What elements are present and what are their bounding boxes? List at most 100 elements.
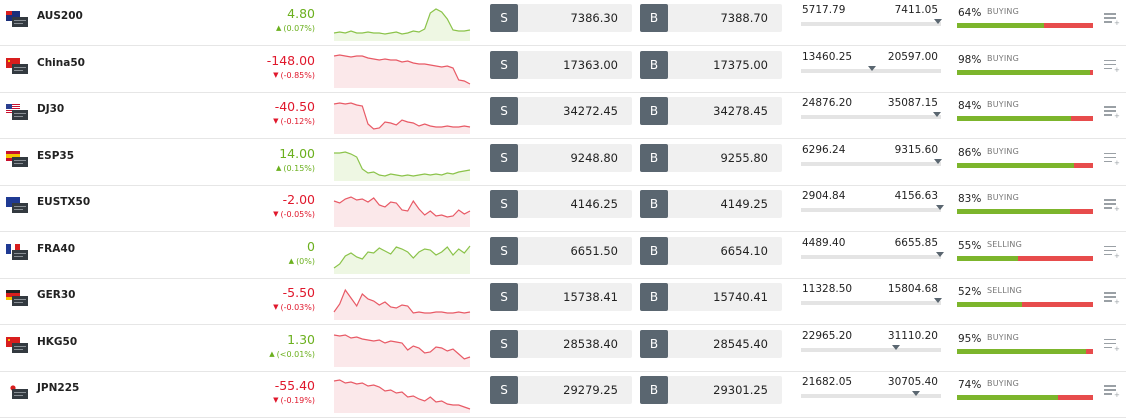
instrument-symbol[interactable]: DJ30 [37,103,64,115]
daily-change: 4.80 ▲ (0.07%) [276,6,315,34]
sentiment-bar [957,23,1093,28]
daily-change: -148.00 ▼ (-0.85%) [267,53,315,81]
range-high: 30705.40 [887,376,938,388]
sell-button[interactable]: S 4146.25 [490,190,632,218]
buy-price: 29301.25 [713,383,768,397]
range-track [801,161,941,166]
change-value: -55.40 [274,378,315,393]
buy-button[interactable]: B 34278.45 [640,97,782,125]
buy-button[interactable]: B 17375.00 [640,50,782,79]
range-low: 13460.25 [802,50,853,63]
sentiment-label: BUYING [987,7,1019,16]
market-row[interactable]: HKG50 1.30 ▲ (<0.01%) S 28538.40 B 28545.40 2296… [0,326,1126,372]
range-widget: 2904.84 4156.63 [801,190,944,220]
range-track [801,394,941,398]
sentiment-widget: 74% BUYING [957,377,1093,407]
sentiment-widget: 95% BUYING [957,331,1093,361]
market-row[interactable]: GER30 -5.50 ▼ (-0.03%) S 15738.41 B 15740.41 113… [0,279,1126,325]
buy-price: 15740.41 [713,290,768,304]
sentiment-bar-buying [957,395,1058,400]
sell-button[interactable]: S 9248.80 [490,143,632,172]
market-row[interactable]: EUSTX50 -2.00 ▼ (-0.05%) S 4146.25 B 4149.25 290… [0,186,1126,232]
add-to-list-icon[interactable]: + [1104,13,1120,27]
buy-button[interactable]: B 6654.10 [640,236,782,265]
instrument-symbol[interactable]: GER30 [37,289,76,301]
instrument-symbol[interactable]: EUSTX50 [37,196,90,208]
sentiment-bar-buying [957,162,1074,168]
range-low: 21682.05 [802,376,853,388]
instrument-symbol[interactable]: ESP35 [37,150,74,162]
change-percent: (<0.01%) [276,349,315,359]
daily-change: -2.00 ▼ (-0.05%) [273,192,315,220]
sell-price: 29279.25 [563,383,618,397]
range-high: 20597.00 [887,50,938,63]
buy-button[interactable]: B 7388.70 [640,4,782,32]
sell-button[interactable]: S 28538.40 [490,329,632,358]
sentiment-percent: 74% [958,379,982,391]
range-widget: 6296.24 9315.60 [801,144,943,174]
sell-tag: S [490,50,518,79]
change-value: -148.00 [266,52,315,68]
sell-button[interactable]: S 15738.41 [490,283,632,311]
sell-button[interactable]: S 6651.50 [490,236,632,265]
range-high: 15804.68 [887,283,938,295]
buy-tag: B [640,4,668,32]
instrument-symbol[interactable]: AUS200 [37,10,83,22]
change-percent-row: ▼ (-0.85%) [267,70,315,81]
flag-icon [6,57,28,74]
add-to-list-icon[interactable]: + [1104,385,1120,399]
arrow-down-icon: ▼ [273,303,279,311]
add-to-list-icon[interactable]: + [1104,152,1120,166]
market-row[interactable]: FRA40 0 ▲ (0%) S 6651.50 B 6654.10 4489.40 6655.8… [0,233,1126,279]
instrument-symbol[interactable]: China50 [37,57,85,69]
range-low: 22965.20 [802,329,853,342]
sell-button[interactable]: S 17363.00 [490,50,632,79]
sell-button[interactable]: S 34272.45 [490,97,632,125]
flag-icon [6,243,28,260]
buy-button[interactable]: B 9255.80 [640,143,782,172]
add-to-list-icon[interactable]: + [1104,338,1120,352]
sentiment-bar-buying [957,302,1023,307]
market-row[interactable]: JPN225 -55.40 ▼ (-0.19%) S 29279.25 B 29301.25 2… [0,372,1126,418]
daily-change: 14.00 ▲ (0.15%) [276,146,315,174]
sentiment-bar [957,395,1093,400]
daily-change: 1.30 ▲ (<0.01%) [269,332,315,360]
sell-button[interactable]: S 29279.25 [490,376,632,404]
buy-button[interactable]: B 29301.25 [640,376,782,404]
market-row[interactable]: China50 -148.00 ▼ (-0.85%) S 17363.00 B 17375.0… [0,47,1126,93]
buy-price: 4149.25 [720,197,768,211]
market-row[interactable]: ESP35 14.00 ▲ (0.15%) S 9248.80 B 9255.80 6296.2… [0,140,1126,186]
buy-tag: B [640,50,668,79]
change-percent: (0.15%) [283,163,315,173]
market-row[interactable]: AUS200 4.80 ▲ (0.07%) S 7386.30 B 7388.70 5717.7… [0,0,1126,46]
change-value: 4.80 [287,6,315,21]
sentiment-bar [957,162,1093,168]
add-to-list-icon[interactable]: + [1104,106,1120,120]
add-to-list-icon[interactable]: + [1104,292,1120,306]
sell-price: 7386.30 [570,11,618,25]
sentiment-widget: 64% BUYING [957,5,1093,35]
add-to-list-icon[interactable]: + [1104,199,1120,213]
sentiment-widget: 83% BUYING [957,191,1093,221]
sentiment-bar-buying [957,348,1087,354]
add-to-list-icon[interactable]: + [1104,59,1120,73]
buy-button[interactable]: B 15740.41 [640,283,782,311]
range-high: 7411.05 [894,4,938,16]
add-to-list-icon[interactable]: + [1104,245,1120,259]
buy-tag: B [640,236,668,265]
instrument-symbol[interactable]: FRA40 [37,243,75,255]
sentiment-bar [957,255,1093,261]
range-marker [934,298,943,303]
buy-button[interactable]: B 4149.25 [640,190,782,218]
sparkline-chart [332,281,472,321]
instrument-symbol[interactable]: HKG50 [37,336,77,348]
buy-button[interactable]: B 28545.40 [640,329,782,358]
instrument-symbol[interactable]: JPN225 [37,382,79,394]
sell-button[interactable]: S 7386.30 [490,4,632,32]
range-low: 4489.40 [802,236,846,249]
arrow-down-icon: ▼ [273,117,279,125]
market-row[interactable]: DJ30 -40.50 ▼ (-0.12%) S 34272.45 B 34278.45 248… [0,93,1126,139]
sentiment-percent: 86% [958,146,982,159]
buy-price: 34278.45 [713,104,768,118]
arrow-up-icon: ▲ [288,256,295,265]
